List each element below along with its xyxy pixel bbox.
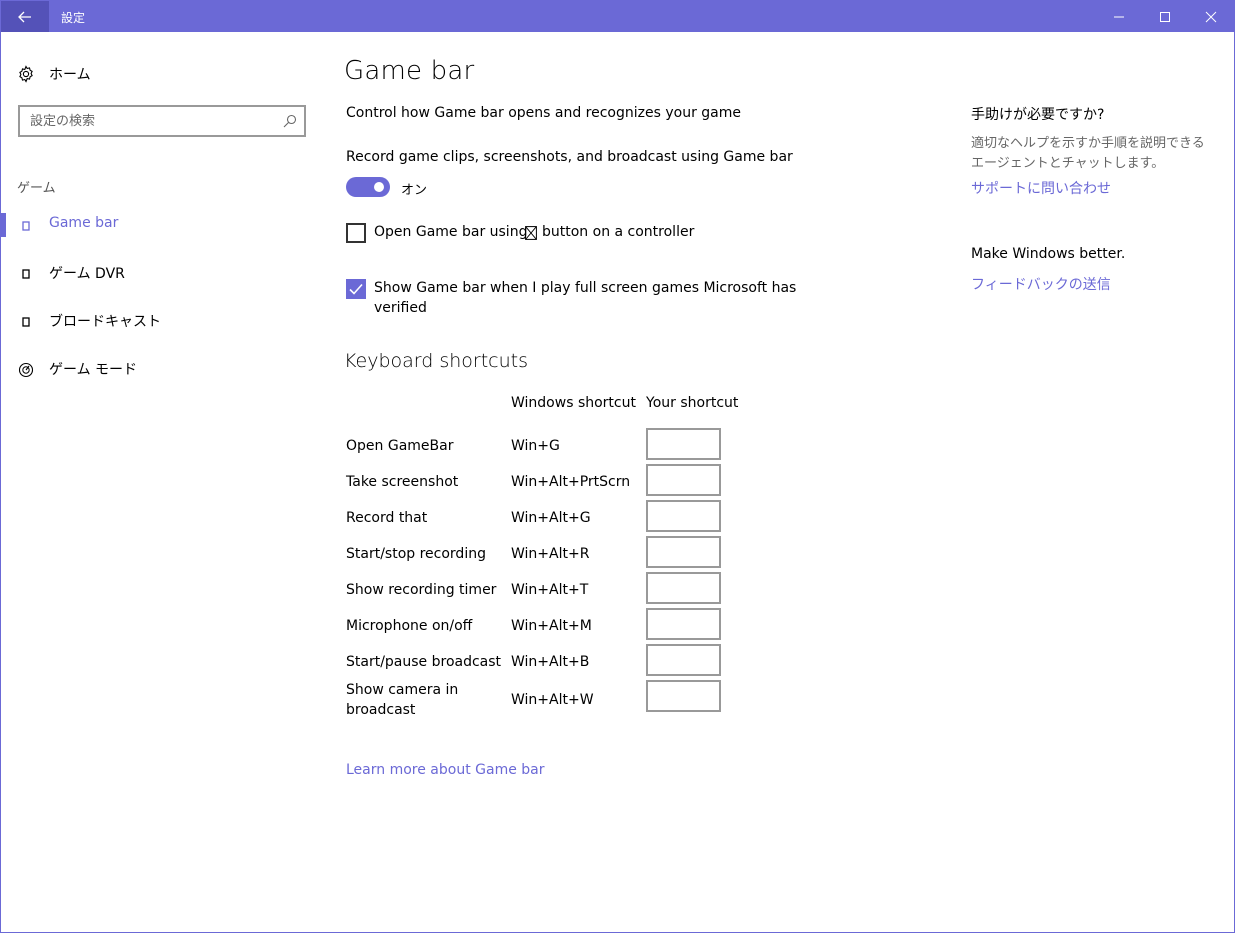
sidebar-item-game-bar[interactable]: Game bar — [1, 203, 321, 247]
record-toggle-switch[interactable] — [346, 177, 390, 197]
learn-more-link[interactable]: Learn more about Game bar — [346, 762, 545, 778]
window-title: 設定 — [61, 11, 86, 25]
game-bar-icon — [17, 217, 35, 235]
sidebar-item-label: ゲーム モード — [49, 362, 138, 378]
shortcuts-heading: Keyboard shortcuts — [344, 350, 529, 372]
search-icon[interactable] — [276, 107, 304, 135]
maximize-icon — [1160, 11, 1170, 22]
settings-search[interactable] — [18, 105, 306, 137]
controller-checkbox[interactable] — [346, 223, 366, 243]
sidebar: ホーム ゲーム Game bar ゲーム DVR ブロ — [1, 32, 321, 932]
shortcut-action: Show recording timer — [346, 582, 497, 598]
shortcut-input[interactable] — [646, 680, 721, 712]
gear-icon — [19, 65, 33, 83]
home-label: ホーム — [49, 67, 91, 83]
shortcut-keys: Win+Alt+M — [511, 618, 592, 634]
fullscreen-label-line1: Show Game bar when I play full screen ga… — [374, 280, 797, 296]
shortcut-keys: Win+Alt+PrtScrn — [511, 474, 631, 490]
broadcast-icon — [17, 313, 35, 331]
minimize-icon — [1114, 16, 1124, 17]
help-title: 手助けが必要ですか? — [971, 107, 1105, 123]
fullscreen-label-line2: verified — [374, 300, 427, 316]
section-header: ゲーム — [17, 181, 56, 196]
sidebar-item-label: ゲーム DVR — [49, 266, 125, 282]
help-description-line2: エージェントとチャットします。 — [971, 156, 1165, 171]
shortcut-input[interactable] — [646, 608, 721, 640]
page-description: Control how Game bar opens and recognize… — [346, 105, 741, 121]
shortcut-input[interactable] — [646, 644, 721, 676]
shortcut-action: Open GameBar — [346, 438, 454, 454]
shortcut-keys: Win+Alt+W — [511, 692, 594, 708]
close-button[interactable] — [1188, 1, 1234, 32]
settings-window: 設定 ホーム ゲーム — [0, 0, 1235, 933]
minimize-button[interactable] — [1096, 1, 1142, 32]
shortcut-action: Microphone on/off — [346, 618, 473, 634]
column-header-yours: Your shortcut — [646, 395, 739, 411]
shortcut-input[interactable] — [646, 428, 721, 460]
fullscreen-checkbox[interactable] — [346, 279, 366, 299]
shortcut-keys: Win+Alt+G — [511, 510, 591, 526]
title-bar: 設定 — [1, 1, 1234, 32]
shortcut-action: Start/stop recording — [346, 546, 486, 562]
back-arrow-icon — [18, 11, 31, 22]
shortcut-action: Start/pause broadcast — [346, 654, 502, 670]
shortcut-keys: Win+Alt+B — [511, 654, 590, 670]
shortcut-input[interactable] — [646, 536, 721, 568]
xbox-button-icon — [525, 225, 537, 244]
feedback-link[interactable]: フィードバックの送信 — [971, 274, 1111, 294]
record-setting-label: Record game clips, screenshots, and broa… — [346, 149, 793, 165]
home-link[interactable]: ホーム — [17, 64, 91, 84]
shortcut-input[interactable] — [646, 500, 721, 532]
sidebar-item-label: ブロードキャスト — [49, 314, 161, 330]
help-description-line1: 適切なヘルプを示すか手順を説明できる — [971, 136, 1205, 151]
shortcut-input[interactable] — [646, 464, 721, 496]
toggle-state-label: オン — [401, 183, 428, 198]
sidebar-item-broadcast[interactable]: ブロードキャスト — [1, 299, 321, 343]
column-header-windows: Windows shortcut — [511, 395, 636, 411]
shortcut-input[interactable] — [646, 572, 721, 604]
controller-label-end: button on a controller — [542, 224, 695, 240]
back-button[interactable] — [1, 1, 49, 32]
sidebar-item-game-dvr[interactable]: ゲーム DVR — [1, 251, 321, 295]
make-windows-better-title: Make Windows better. — [971, 246, 1126, 262]
shortcut-keys: Win+Alt+R — [511, 546, 590, 562]
sidebar-item-game-mode[interactable]: ゲーム モード — [1, 347, 321, 391]
shortcut-keys: Win+Alt+T — [511, 582, 589, 598]
shortcut-action: Record that — [346, 510, 428, 526]
toggle-knob — [374, 182, 384, 192]
shortcut-action: Take screenshot — [346, 474, 459, 490]
selection-indicator — [1, 213, 6, 237]
controller-label-start: Open Game bar using — [374, 224, 528, 240]
shortcut-action: Show camera in — [346, 682, 459, 698]
game-dvr-icon — [17, 265, 35, 283]
checkmark-icon — [349, 283, 363, 295]
support-link[interactable]: サポートに問い合わせ — [971, 178, 1111, 198]
page-title: Game bar — [344, 56, 475, 86]
search-input[interactable] — [20, 107, 276, 135]
sidebar-item-label: Game bar — [49, 215, 119, 231]
maximize-button[interactable] — [1142, 1, 1188, 32]
shortcut-keys: Win+G — [511, 438, 560, 454]
close-icon — [1205, 11, 1217, 22]
shortcut-action: broadcast — [346, 702, 416, 718]
game-mode-icon — [17, 361, 35, 379]
